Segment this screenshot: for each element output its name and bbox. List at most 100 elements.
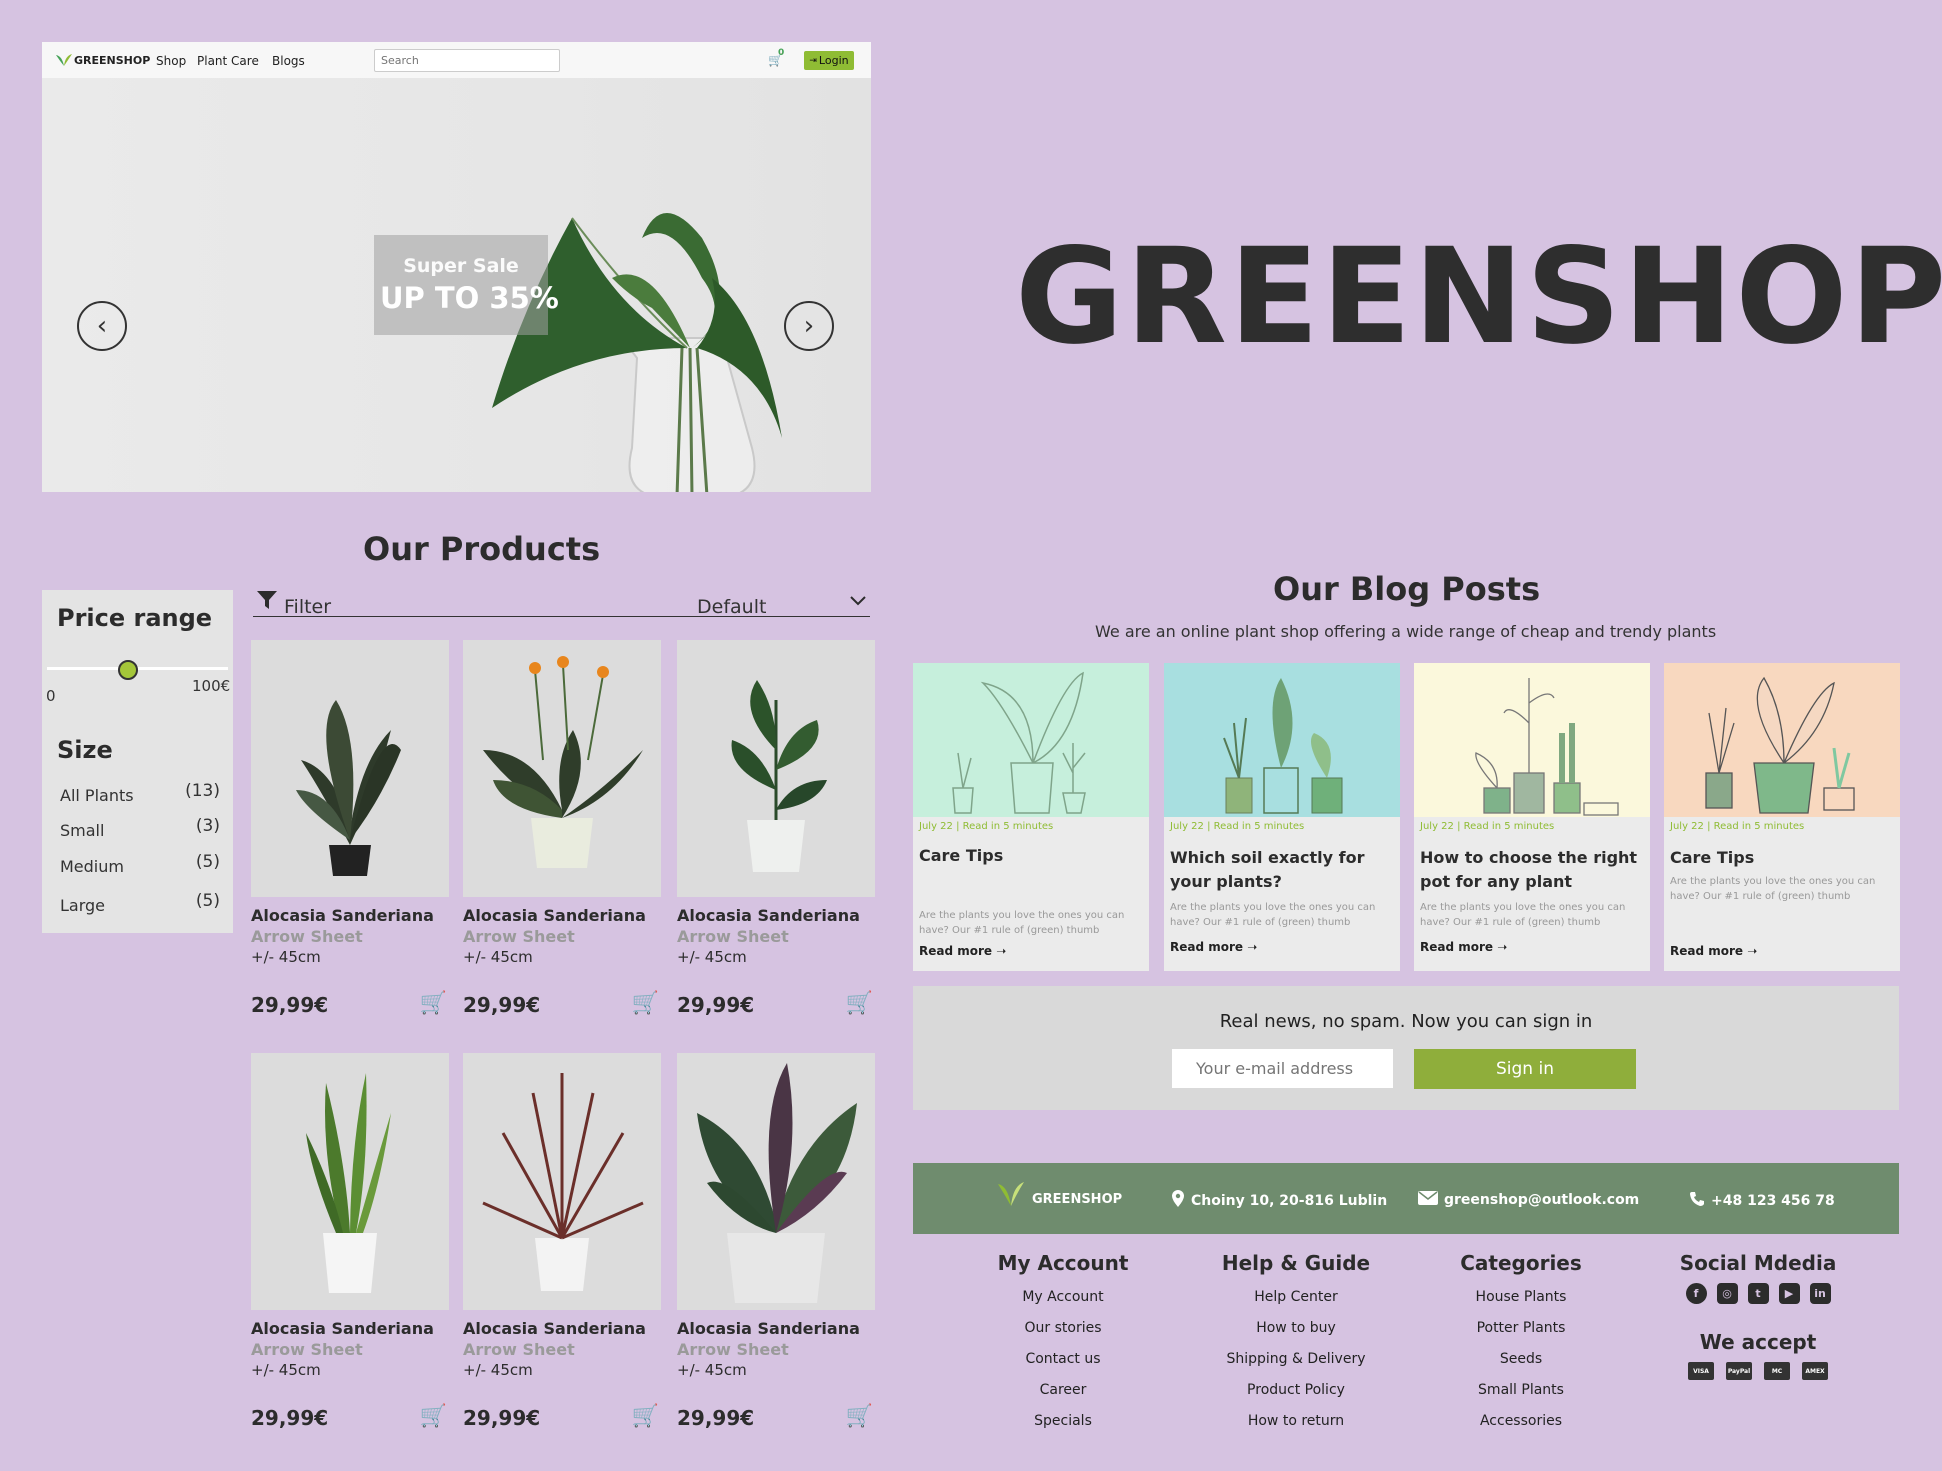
- footer-link[interactable]: Small Plants: [1451, 1380, 1591, 1411]
- read-more-link[interactable]: Read more ➝: [1420, 940, 1650, 954]
- linkedin-icon[interactable]: in: [1809, 1283, 1831, 1304]
- add-to-cart-button[interactable]: 🛒: [846, 1404, 873, 1429]
- youtube-icon[interactable]: ▶: [1778, 1283, 1800, 1304]
- product-name[interactable]: Alocasia Sanderiana: [677, 1319, 875, 1338]
- nav-shop[interactable]: Shop: [156, 54, 186, 68]
- signin-button[interactable]: Sign in: [1414, 1049, 1636, 1089]
- blog-image[interactable]: [1664, 663, 1900, 817]
- footer-link[interactable]: How to return: [1216, 1411, 1376, 1442]
- blog-card[interactable]: July 22 | Read in 5 minutes Care Tips Ar…: [1664, 663, 1900, 971]
- blog-image[interactable]: [1414, 663, 1650, 817]
- blog-title[interactable]: Care Tips: [919, 844, 1139, 868]
- footer-link[interactable]: My Account: [993, 1287, 1133, 1318]
- instagram-icon[interactable]: ◎: [1716, 1283, 1738, 1304]
- footer-link[interactable]: Contact us: [993, 1349, 1133, 1380]
- product-price: 29,99€: [677, 1406, 755, 1430]
- add-to-cart-button[interactable]: 🛒: [420, 1404, 447, 1429]
- add-to-cart-button[interactable]: 🛒: [632, 1404, 659, 1429]
- size-filter-small[interactable]: Small (3): [60, 816, 220, 840]
- blog-excerpt: Are the plants you love the ones you can…: [919, 910, 1125, 936]
- newsletter-title: Real news, no spam. Now you can sign in: [1219, 1011, 1593, 1032]
- blog-title[interactable]: Care Tips: [1670, 846, 1890, 870]
- footer-link[interactable]: Help Center: [1216, 1287, 1376, 1318]
- blog-title[interactable]: How to choose the right pot for any plan…: [1420, 846, 1640, 894]
- footer-link[interactable]: Career: [993, 1380, 1133, 1411]
- cart-button[interactable]: 🛒 0: [768, 48, 784, 67]
- add-to-cart-button[interactable]: 🛒: [632, 991, 659, 1016]
- brand-logo[interactable]: GREENSHOP: [54, 53, 150, 67]
- footer-phone[interactable]: +48 123 456 78: [1689, 1191, 1835, 1211]
- filter-label[interactable]: Filter: [284, 596, 331, 618]
- email-field[interactable]: [1172, 1049, 1393, 1088]
- search-input[interactable]: [374, 49, 560, 72]
- footer-link[interactable]: Accessories: [1451, 1411, 1591, 1442]
- product-image[interactable]: [677, 640, 875, 897]
- footer-link[interactable]: How to buy: [1216, 1318, 1376, 1349]
- size-label: Large: [60, 896, 106, 915]
- footer-link[interactable]: Seeds: [1451, 1349, 1591, 1380]
- blog-meta: July 22 | Read in 5 minutes: [1170, 821, 1305, 832]
- product-name[interactable]: Alocasia Sanderiana: [251, 1319, 449, 1338]
- footer-link[interactable]: Product Policy: [1216, 1380, 1376, 1411]
- nav-blogs[interactable]: Blogs: [272, 54, 305, 68]
- product-image[interactable]: [463, 1053, 661, 1310]
- product-image[interactable]: [251, 640, 449, 897]
- size-filter-large[interactable]: Large (5): [60, 891, 220, 915]
- products-heading: Our Products: [363, 530, 601, 568]
- footer-link[interactable]: House Plants: [1451, 1287, 1591, 1318]
- read-more-link[interactable]: Read more ➝: [1170, 940, 1400, 954]
- product-card[interactable]: Alocasia Sanderiana Arrow Sheet +/- 45cm…: [463, 640, 661, 1017]
- phone-text: +48 123 456 78: [1711, 1193, 1835, 1209]
- product-image[interactable]: [677, 1053, 875, 1310]
- blog-image[interactable]: [913, 663, 1149, 817]
- sort-select[interactable]: Default: [697, 596, 766, 618]
- product-card[interactable]: Alocasia Sanderiana Arrow Sheet +/- 45cm…: [463, 1053, 661, 1430]
- blog-card[interactable]: July 22 | Read in 5 minutes Which soil e…: [1164, 663, 1400, 971]
- product-card[interactable]: Alocasia Sanderiana Arrow Sheet +/- 45cm…: [251, 1053, 449, 1430]
- footer-link[interactable]: Specials: [993, 1411, 1133, 1442]
- size-filter-medium[interactable]: Medium (5): [60, 852, 220, 876]
- cart-icon: 🛒: [419, 991, 447, 1016]
- product-card[interactable]: Alocasia Sanderiana Arrow Sheet +/- 45cm…: [251, 640, 449, 1017]
- blog-card[interactable]: July 22 | Read in 5 minutes How to choos…: [1414, 663, 1650, 971]
- carousel-prev-button[interactable]: ‹: [77, 301, 127, 351]
- read-more-link[interactable]: Read more ➝: [1670, 944, 1900, 958]
- twitter-icon[interactable]: t: [1747, 1283, 1769, 1304]
- footer-logo[interactable]: GREENSHOP: [996, 1181, 1122, 1207]
- carousel-next-button[interactable]: ›: [784, 301, 834, 351]
- blog-title[interactable]: Which soil exactly for your plants?: [1170, 846, 1390, 894]
- footer-link[interactable]: Potter Plants: [1451, 1318, 1591, 1349]
- read-more-link[interactable]: Read more ➝: [919, 944, 1149, 958]
- size-filter-all-plants[interactable]: All Plants (13): [60, 781, 220, 805]
- login-button[interactable]: ⇥ Login: [804, 51, 854, 70]
- product-image[interactable]: [251, 1053, 449, 1310]
- blog-heading: Our Blog Posts: [1273, 570, 1541, 608]
- product-card[interactable]: Alocasia Sanderiana Arrow Sheet +/- 45cm…: [677, 640, 875, 1017]
- hero-website-preview: GREENSHOP Shop Plant Care Blogs 🛒 0 ⇥ Lo…: [42, 42, 871, 492]
- product-name[interactable]: Alocasia Sanderiana: [463, 906, 661, 925]
- sale-banner[interactable]: Super Sale UP TO 35%: [374, 235, 559, 335]
- product-card[interactable]: Alocasia Sanderiana Arrow Sheet +/- 45cm…: [677, 1053, 875, 1430]
- price-slider-handle[interactable]: [118, 660, 139, 680]
- add-to-cart-button[interactable]: 🛒: [846, 991, 873, 1016]
- footer-link[interactable]: Shipping & Delivery: [1216, 1349, 1376, 1380]
- blog-excerpt: Are the plants you love the ones you can…: [1170, 902, 1376, 928]
- footer-link[interactable]: Our stories: [993, 1318, 1133, 1349]
- product-name[interactable]: Alocasia Sanderiana: [251, 906, 449, 925]
- price-range-heading: Price range: [57, 604, 213, 632]
- facebook-icon[interactable]: f: [1685, 1283, 1707, 1304]
- visa-icon: VISA: [1688, 1362, 1714, 1380]
- blog-image[interactable]: [1164, 663, 1400, 817]
- chevron-down-icon[interactable]: [849, 590, 867, 615]
- product-name[interactable]: Alocasia Sanderiana: [677, 906, 875, 925]
- blog-card[interactable]: July 22 | Read in 5 minutes Care Tips Ar…: [913, 663, 1149, 971]
- brand-name: GREENSHOP: [74, 53, 151, 67]
- nav-plant-care[interactable]: Plant Care: [197, 54, 259, 68]
- add-to-cart-button[interactable]: 🛒: [420, 991, 447, 1016]
- footer-column-heading: Help & Guide: [1221, 1251, 1371, 1275]
- product-image[interactable]: [463, 640, 661, 897]
- filter-icon[interactable]: [256, 590, 278, 615]
- footer-email[interactable]: greenshop@outlook.com: [1418, 1191, 1639, 1209]
- cart-icon: 🛒: [845, 991, 873, 1016]
- product-name[interactable]: Alocasia Sanderiana: [463, 1319, 661, 1338]
